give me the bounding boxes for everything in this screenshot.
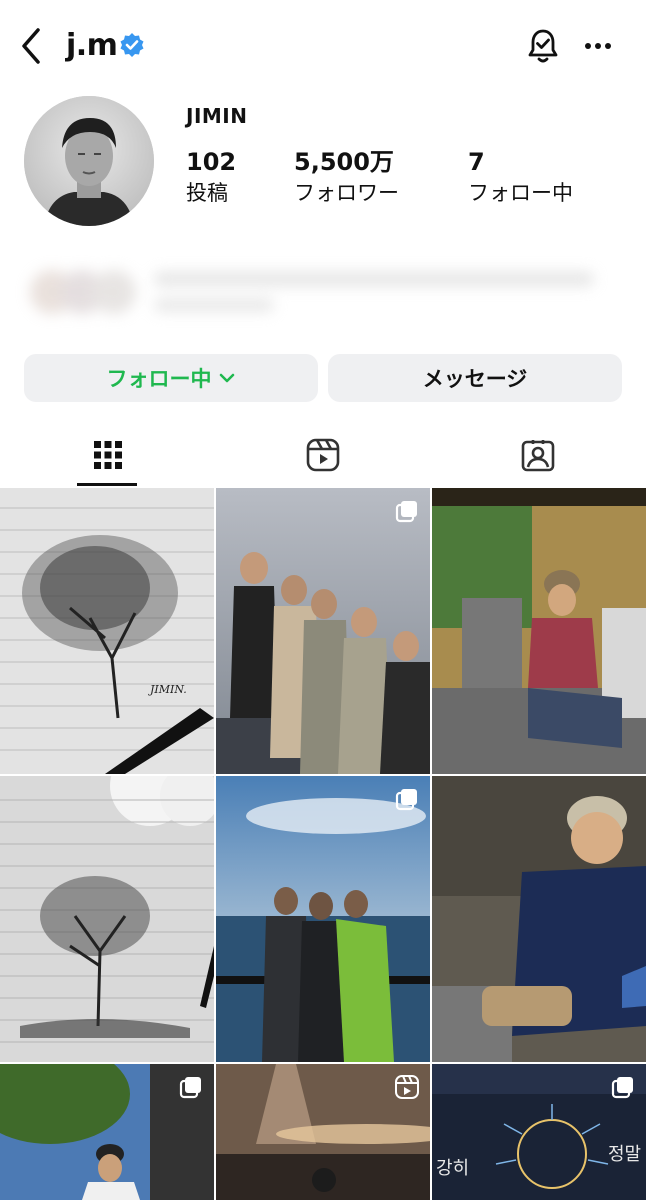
reels-icon	[306, 438, 339, 472]
post-thumbnail[interactable]	[432, 776, 646, 1062]
message-button[interactable]: メッセージ	[328, 354, 622, 402]
reel-indicator-icon	[395, 1075, 419, 1099]
stat-following-label: フォロー中	[468, 181, 573, 205]
multiple-photos-icon	[179, 1077, 201, 1099]
grid-icon	[93, 441, 122, 469]
post-thumbnail[interactable]: JIMIN.	[0, 488, 214, 774]
post-thumbnail[interactable]	[216, 1064, 430, 1200]
posts-grid: JIMIN. 강히 정말	[0, 488, 646, 1200]
neon-text-left: 강히	[436, 1158, 469, 1179]
tab-posts-grid[interactable]	[0, 424, 215, 486]
post-thumbnail[interactable]	[216, 488, 430, 774]
post-thumbnail[interactable]: 강히 정말	[432, 1064, 646, 1200]
post-thumbnail[interactable]	[432, 488, 646, 774]
stat-posts-label: 投稿	[186, 181, 228, 205]
message-button-label: メッセージ	[422, 367, 528, 391]
tagged-icon	[521, 440, 554, 472]
verified-badge-icon	[119, 32, 145, 58]
profile-username: j.m	[66, 28, 118, 63]
chevron-down-icon	[219, 373, 234, 383]
tab-reels[interactable]	[215, 424, 430, 486]
post-thumbnail[interactable]	[0, 1064, 214, 1200]
profile-header: j.m	[0, 0, 646, 92]
more-dots-icon[interactable]	[580, 30, 616, 62]
stat-posts[interactable]: 102 投稿	[186, 146, 236, 208]
multiple-photos-icon	[395, 501, 417, 523]
profile-display-name: JIMIN	[186, 104, 248, 128]
stat-followers[interactable]: 5,500万 フォロワー	[294, 146, 399, 208]
multiple-photos-icon	[395, 789, 417, 811]
blurred-mutual-followers	[24, 262, 614, 322]
stat-following[interactable]: 7 フォロー中	[468, 146, 573, 208]
tab-tagged[interactable]	[430, 424, 645, 486]
back-icon[interactable]	[14, 24, 50, 68]
following-button[interactable]: フォロー中	[24, 354, 318, 402]
sketch-signature: JIMIN.	[148, 683, 187, 696]
profile-avatar[interactable]	[24, 96, 154, 226]
post-thumbnail[interactable]	[216, 776, 430, 1062]
stat-followers-label: フォロワー	[294, 181, 399, 205]
notification-bell-icon[interactable]	[524, 26, 562, 66]
stat-followers-count: 5,500万	[294, 148, 394, 176]
active-tab-indicator	[77, 483, 137, 486]
following-button-label: フォロー中	[106, 367, 212, 391]
stat-posts-count: 102	[186, 148, 237, 176]
post-thumbnail[interactable]	[0, 776, 214, 1062]
stat-following-count: 7	[468, 148, 485, 176]
multiple-photos-icon	[611, 1077, 633, 1099]
neon-text-right: 정말	[608, 1144, 641, 1165]
profile-tabs	[0, 424, 646, 488]
